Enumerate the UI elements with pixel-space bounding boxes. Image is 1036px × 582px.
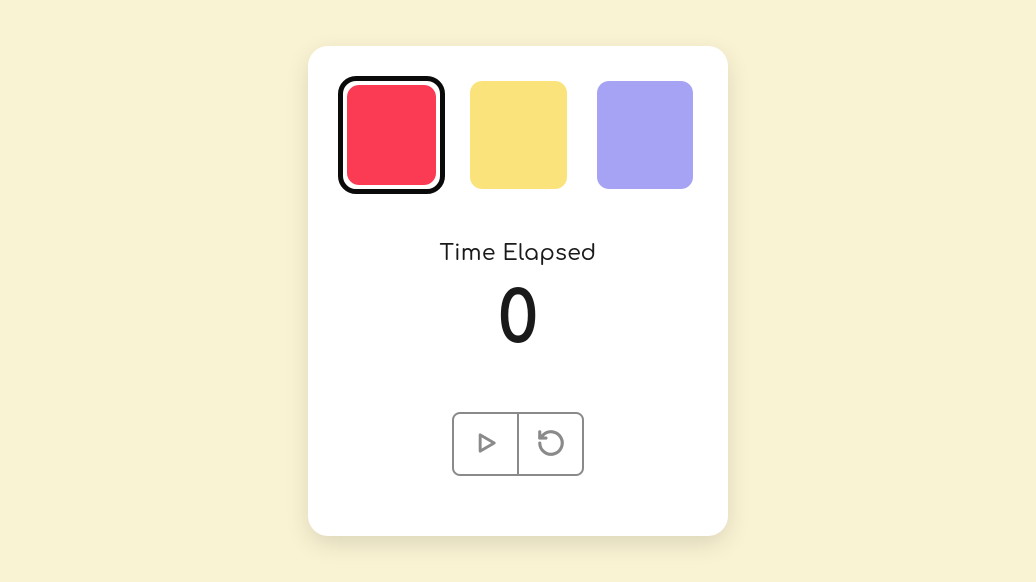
color-swatch-yellow[interactable] xyxy=(465,76,571,194)
swatch-fill xyxy=(597,81,693,189)
timer-value: 0 xyxy=(497,284,539,356)
play-icon xyxy=(472,429,500,460)
swatch-fill xyxy=(470,81,566,189)
swatch-fill xyxy=(347,85,436,185)
play-button[interactable] xyxy=(452,412,518,476)
reset-button[interactable] xyxy=(518,412,584,476)
color-swatch-purple[interactable] xyxy=(592,76,698,194)
color-swatches xyxy=(338,76,698,194)
timer-card: Time Elapsed 0 xyxy=(308,46,728,536)
reset-icon xyxy=(536,428,566,461)
timer-controls xyxy=(452,412,584,476)
color-swatch-red[interactable] xyxy=(338,76,445,194)
timer-label: Time Elapsed xyxy=(440,242,597,266)
